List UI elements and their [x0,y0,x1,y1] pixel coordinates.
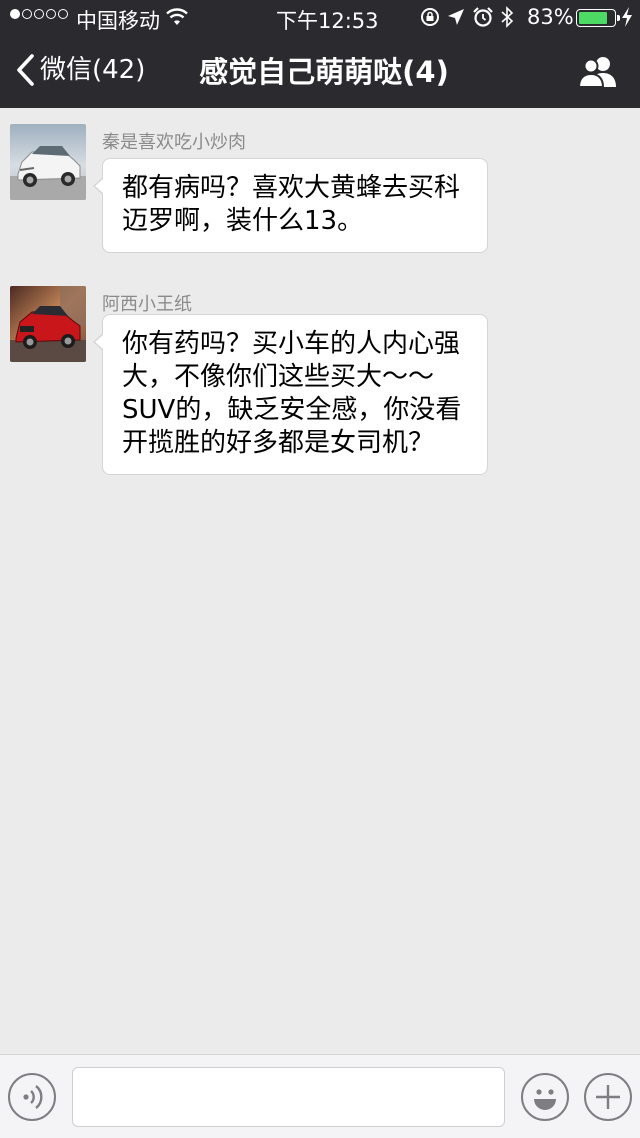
red-suv-avatar[interactable] [10,286,86,362]
input-bar [0,1054,640,1138]
sender-name: 秦是喜欢吃小炒肉 [102,132,246,153]
battery-icon [576,9,620,27]
system-icons [420,6,514,28]
chat-title: 感觉自己萌萌哒(4) [199,55,449,89]
message-bubble[interactable]: 都有病吗？喜欢大黄蜂去买科迈罗啊，装什么13。 [93,158,488,253]
clock-time: 下午12:53 [276,9,379,33]
alarm-icon [473,7,493,27]
wechat-chat-screen: 中国移动 下午12:53 83% 微信(42) 感觉自己萌萌哒(4) 秦是喜欢吃… [0,0,640,1138]
wifi-icon [166,8,188,25]
more-button[interactable] [584,1073,632,1121]
nav-bar: 微信(42) 感觉自己萌萌哒(4) [0,36,640,108]
emoji-icon [534,1089,556,1110]
voice-icon [23,1085,43,1109]
battery-level-fill [579,12,608,24]
emoji-button[interactable] [521,1073,569,1121]
group-members-icon[interactable] [576,54,620,90]
voice-button[interactable] [8,1073,56,1121]
sender-name: 阿西小王纸 [102,294,192,315]
message-input[interactable] [72,1067,505,1127]
battery-percentage: 83% [527,5,574,29]
bluetooth-icon [501,6,514,28]
message-bubble[interactable]: 你有药吗？买小车的人内心强大，不像你们这些买大～～SUV的，缺乏安全感，你没看开… [93,314,488,475]
carrier-name: 中国移动 [76,9,160,33]
lock-rotation-icon [421,8,439,26]
plus-icon [596,1085,620,1109]
signal-strength-icon [10,9,68,19]
white-suv-avatar[interactable] [10,124,86,200]
charging-icon [622,7,632,27]
status-bar: 中国移动 下午12:53 83% [0,0,640,36]
location-arrow-icon [448,9,464,25]
